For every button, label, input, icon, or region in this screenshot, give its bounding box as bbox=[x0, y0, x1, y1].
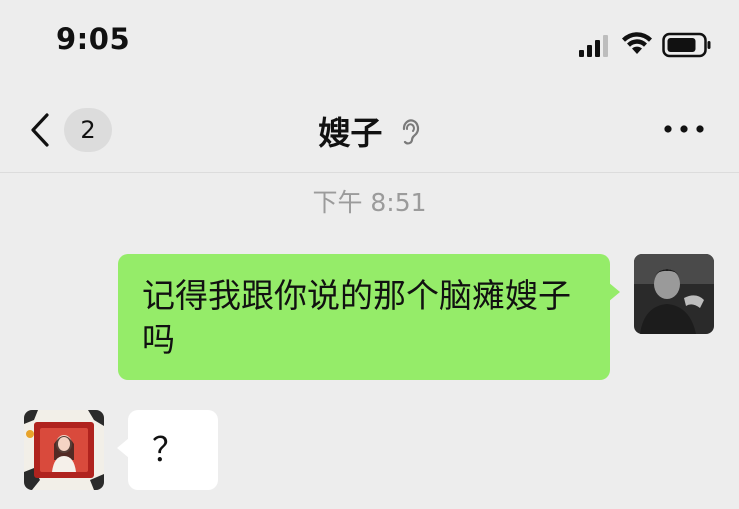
chat-title: 嫂子 bbox=[318, 114, 383, 152]
status-bar: 9:05 bbox=[0, 0, 739, 90]
outgoing-message-bubble[interactable]: 记得我跟你说的那个脑瘫嫂子吗 bbox=[118, 254, 610, 380]
more-dots-icon[interactable] bbox=[662, 116, 706, 142]
wifi-icon bbox=[622, 32, 652, 54]
ear-icon bbox=[402, 119, 419, 145]
outgoing-bubble-tail bbox=[608, 282, 620, 302]
battery-icon bbox=[662, 32, 711, 58]
self-avatar[interactable] bbox=[634, 254, 714, 334]
status-time: 9:05 bbox=[56, 22, 131, 56]
contact-avatar[interactable] bbox=[24, 410, 104, 490]
cellular-signal-icon bbox=[579, 35, 608, 57]
chat-title-group: 嫂子 bbox=[0, 108, 739, 154]
incoming-message-bubble[interactable]: ？ bbox=[128, 410, 218, 490]
nav-bar: 2 嫂子 bbox=[0, 90, 739, 173]
message-timestamp: 下午 8:51 bbox=[312, 188, 427, 217]
chat-screen: 9:05 2 嫂子 下午 8:51 记得我跟你说的那个脑瘫嫂子吗 ？ bbox=[0, 0, 739, 509]
